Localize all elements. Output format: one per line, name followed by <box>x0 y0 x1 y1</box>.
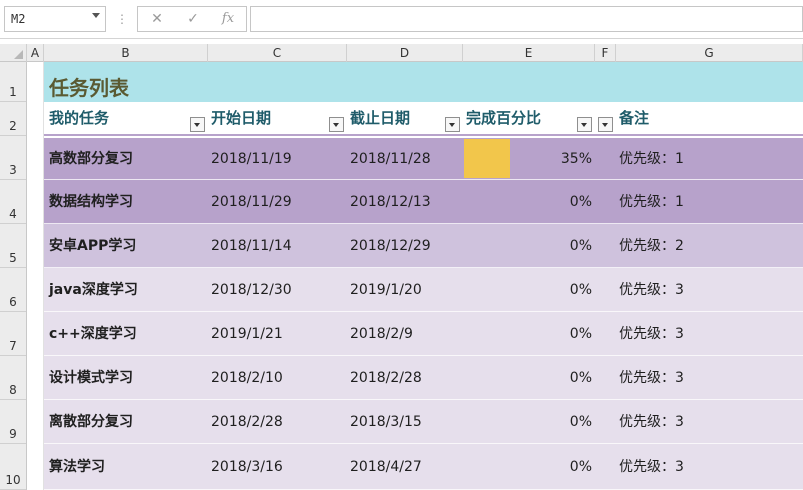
column-header-e[interactable]: E <box>463 44 595 62</box>
start-date-cell[interactable]: 2018/2/28 <box>211 412 283 432</box>
select-all-icon <box>14 50 23 59</box>
table-row[interactable] <box>44 268 803 312</box>
row-header-bar: 1 2 3 4 5 6 7 8 9 10 <box>0 62 27 490</box>
task-name-cell[interactable]: 安卓APP学习 <box>49 236 136 256</box>
end-date-cell[interactable]: 2018/3/15 <box>350 412 422 432</box>
cancel-icon[interactable]: ✕ <box>142 7 172 31</box>
start-date-cell[interactable]: 2018/11/19 <box>211 149 292 169</box>
table-row[interactable] <box>44 400 803 444</box>
filter-dropdown-button[interactable] <box>190 117 205 132</box>
title-band <box>44 62 803 102</box>
chevron-down-icon <box>333 123 339 127</box>
filter-dropdown-button[interactable] <box>577 117 592 132</box>
note-cell[interactable]: 优先级：1 <box>619 192 684 212</box>
select-all-button[interactable] <box>0 44 27 62</box>
chevron-down-icon[interactable] <box>92 13 100 18</box>
end-date-cell[interactable]: 2019/1/20 <box>350 280 422 300</box>
end-date-cell[interactable]: 2018/2/9 <box>350 324 413 344</box>
end-date-cell[interactable]: 2018/4/27 <box>350 457 422 477</box>
header-percent[interactable]: 完成百分比 <box>466 108 541 128</box>
note-cell[interactable]: 优先级：3 <box>619 412 684 432</box>
row-header[interactable]: 2 <box>0 102 26 136</box>
row-header[interactable]: 9 <box>0 400 26 444</box>
formula-input[interactable] <box>250 6 803 32</box>
progress-bar <box>464 139 510 178</box>
row-header[interactable]: 8 <box>0 356 26 400</box>
note-cell[interactable]: 优先级：2 <box>619 236 684 256</box>
filter-dropdown-button[interactable] <box>445 117 460 132</box>
start-date-cell[interactable]: 2018/3/16 <box>211 457 283 477</box>
row-header[interactable]: 1 <box>0 62 26 102</box>
percent-cell[interactable]: 0% <box>532 368 592 388</box>
table-row[interactable] <box>44 312 803 356</box>
percent-cell[interactable]: 0% <box>532 280 592 300</box>
percent-cell[interactable]: 35% <box>532 149 592 169</box>
filter-dropdown-button[interactable] <box>598 117 613 132</box>
table-row[interactable] <box>44 356 803 400</box>
column-header-d[interactable]: D <box>347 44 463 62</box>
row-header[interactable]: 7 <box>0 312 26 356</box>
formula-bar: M2 ⋮ ✕ ✓ fx <box>0 0 803 39</box>
insert-function-button[interactable]: fx <box>213 7 243 31</box>
note-cell[interactable]: 优先级：3 <box>619 280 684 300</box>
task-name-cell[interactable]: 算法学习 <box>49 457 105 477</box>
header-end-date[interactable]: 截止日期 <box>350 108 410 128</box>
start-date-cell[interactable]: 2018/2/10 <box>211 368 283 388</box>
row-header[interactable]: 6 <box>0 268 26 312</box>
name-box[interactable]: M2 <box>4 6 106 32</box>
end-date-cell[interactable]: 2018/11/28 <box>350 149 431 169</box>
chevron-down-icon <box>581 123 587 127</box>
header-task[interactable]: 我的任务 <box>49 108 109 128</box>
table-row[interactable] <box>44 444 803 490</box>
percent-cell[interactable]: 0% <box>532 412 592 432</box>
start-date-cell[interactable]: 2018/12/30 <box>211 280 292 300</box>
row-header[interactable]: 5 <box>0 224 26 268</box>
note-cell[interactable]: 优先级：1 <box>619 149 684 169</box>
row-header[interactable]: 4 <box>0 180 26 224</box>
worksheet-grid[interactable]: 任务列表 我的任务 开始日期 截止日期 完成百分比 备注 高数部分复习 2018/… <box>27 62 803 490</box>
task-name-cell[interactable]: 数据结构学习 <box>49 192 133 212</box>
percent-cell[interactable]: 0% <box>532 457 592 477</box>
chevron-down-icon <box>194 123 200 127</box>
formula-buttons: ✕ ✓ fx <box>137 6 247 32</box>
start-date-cell[interactable]: 2018/11/29 <box>211 192 292 212</box>
column-header-f[interactable]: F <box>595 44 616 62</box>
more-vertical-icon: ⋮ <box>116 12 128 26</box>
note-cell[interactable]: 优先级：3 <box>619 368 684 388</box>
check-icon[interactable]: ✓ <box>178 7 208 31</box>
table-header-row <box>44 102 803 136</box>
note-cell[interactable]: 优先级：3 <box>619 324 684 344</box>
percent-cell[interactable]: 0% <box>532 236 592 256</box>
filter-dropdown-button[interactable] <box>329 117 344 132</box>
start-date-cell[interactable]: 2018/11/14 <box>211 236 292 256</box>
task-name-cell[interactable]: c++深度学习 <box>49 324 137 344</box>
percent-cell[interactable]: 0% <box>532 192 592 212</box>
task-name-cell[interactable]: 设计模式学习 <box>49 368 133 388</box>
end-date-cell[interactable]: 2018/12/13 <box>350 192 431 212</box>
task-name-cell[interactable]: 高数部分复习 <box>49 149 133 169</box>
row-header[interactable]: 10 <box>0 444 26 490</box>
page-title[interactable]: 任务列表 <box>49 76 129 100</box>
note-cell[interactable]: 优先级：3 <box>619 457 684 477</box>
percent-cell[interactable]: 0% <box>532 324 592 344</box>
header-start-date[interactable]: 开始日期 <box>211 108 271 128</box>
column-header-c[interactable]: C <box>208 44 347 62</box>
column-header-g[interactable]: G <box>616 44 803 62</box>
column-header-b[interactable]: B <box>44 44 208 62</box>
end-date-cell[interactable]: 2018/12/29 <box>350 236 431 256</box>
start-date-cell[interactable]: 2019/1/21 <box>211 324 283 344</box>
row-header[interactable]: 3 <box>0 136 26 180</box>
chevron-down-icon <box>602 123 608 127</box>
task-name-cell[interactable]: 离散部分复习 <box>49 412 133 432</box>
task-name-cell[interactable]: java深度学习 <box>49 280 138 300</box>
chevron-down-icon <box>449 123 455 127</box>
column-header-a[interactable]: A <box>27 44 44 62</box>
column-header-bar: A B C D E F G <box>0 44 803 62</box>
header-note[interactable]: 备注 <box>619 108 649 128</box>
end-date-cell[interactable]: 2018/2/28 <box>350 368 422 388</box>
